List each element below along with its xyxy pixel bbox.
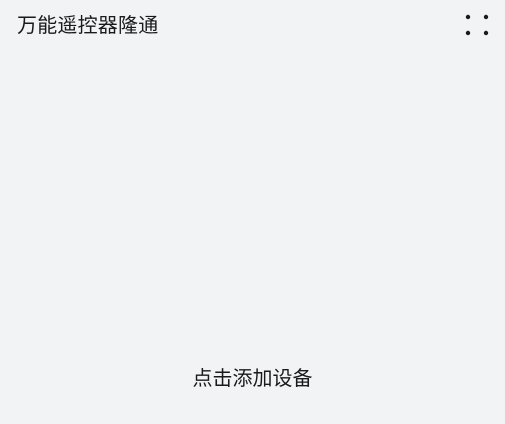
more-menu-button[interactable]: [458, 6, 496, 44]
add-device-button[interactable]: 点击添加设备: [0, 364, 505, 392]
device-list-area: 点击添加设备: [0, 50, 505, 424]
page-title: 万能遥控器隆通: [17, 13, 159, 37]
app-window: 万能遥控器隆通 点击添加设备: [0, 0, 505, 424]
app-header: 万能遥控器隆通: [0, 0, 505, 50]
four-dots-grid-icon: [465, 14, 489, 36]
